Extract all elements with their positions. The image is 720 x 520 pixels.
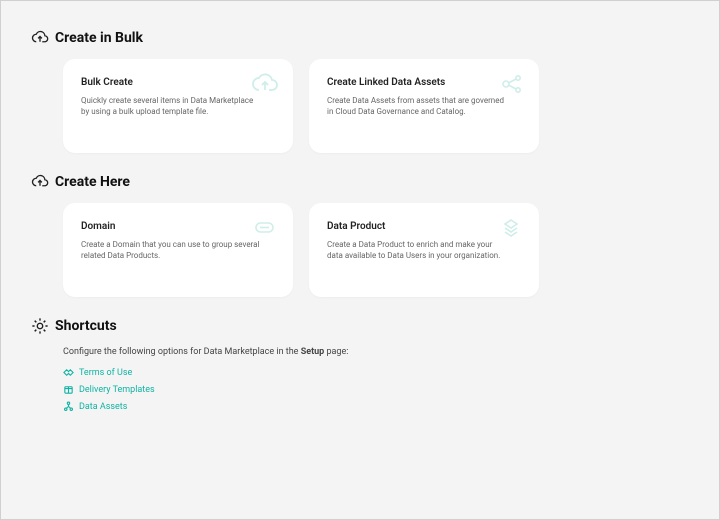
section-shortcuts: Shortcuts Configure the following option… bbox=[31, 317, 689, 412]
section-title: Create in Bulk bbox=[55, 30, 143, 46]
shortcut-delivery-templates[interactable]: Delivery Templates bbox=[63, 384, 689, 395]
shortcut-label: Data Assets bbox=[79, 402, 127, 412]
card-data-product[interactable]: Data Product Create a Data Product to en… bbox=[309, 203, 539, 297]
shortcuts-list: Terms of Use Delivery Templates Data Ass… bbox=[63, 367, 689, 412]
subtitle-suffix: page: bbox=[324, 347, 348, 357]
tree-icon bbox=[63, 401, 74, 412]
shortcut-label: Terms of Use bbox=[79, 368, 132, 378]
upload-icon bbox=[251, 73, 279, 95]
layers-icon bbox=[497, 217, 525, 239]
subtitle-prefix: Configure the following options for Data… bbox=[63, 347, 301, 357]
section-header: Shortcuts bbox=[31, 317, 689, 335]
package-icon bbox=[63, 384, 74, 395]
shortcut-terms-of-use[interactable]: Terms of Use bbox=[63, 367, 689, 378]
cloud-upload-icon bbox=[31, 29, 49, 47]
card-title: Domain bbox=[81, 221, 275, 232]
shortcut-data-assets[interactable]: Data Assets bbox=[63, 401, 689, 412]
section-header: Create in Bulk bbox=[31, 29, 689, 47]
subtitle-bold: Setup bbox=[301, 347, 325, 357]
card-description: Create a Domain that you can use to grou… bbox=[81, 240, 261, 262]
cloud-upload-icon bbox=[31, 173, 49, 191]
card-domain[interactable]: Domain Create a Domain that you can use … bbox=[63, 203, 293, 297]
card-title: Data Product bbox=[327, 221, 521, 232]
gear-icon bbox=[31, 317, 49, 335]
card-row: Domain Create a Domain that you can use … bbox=[31, 203, 689, 297]
section-title: Create Here bbox=[55, 174, 130, 190]
card-title: Bulk Create bbox=[81, 77, 275, 88]
card-description: Create a Data Product to enrich and make… bbox=[327, 240, 507, 262]
section-header: Create Here bbox=[31, 173, 689, 191]
shortcuts-subtitle: Configure the following options for Data… bbox=[63, 347, 689, 357]
tag-icon bbox=[251, 217, 279, 239]
card-create-linked-data-assets[interactable]: Create Linked Data Assets Create Data As… bbox=[309, 59, 539, 153]
section-create-here: Create Here Domain Create a Domain that … bbox=[31, 173, 689, 297]
shortcut-label: Delivery Templates bbox=[79, 385, 155, 395]
card-bulk-create[interactable]: Bulk Create Quickly create several items… bbox=[63, 59, 293, 153]
network-icon bbox=[497, 73, 525, 95]
card-title: Create Linked Data Assets bbox=[327, 77, 521, 88]
section-create-in-bulk: Create in Bulk Bulk Create Quickly creat… bbox=[31, 29, 689, 153]
section-title: Shortcuts bbox=[55, 318, 117, 334]
card-row: Bulk Create Quickly create several items… bbox=[31, 59, 689, 153]
card-description: Create Data Assets from assets that are … bbox=[327, 96, 507, 118]
card-description: Quickly create several items in Data Mar… bbox=[81, 96, 261, 118]
handshake-icon bbox=[63, 367, 74, 378]
